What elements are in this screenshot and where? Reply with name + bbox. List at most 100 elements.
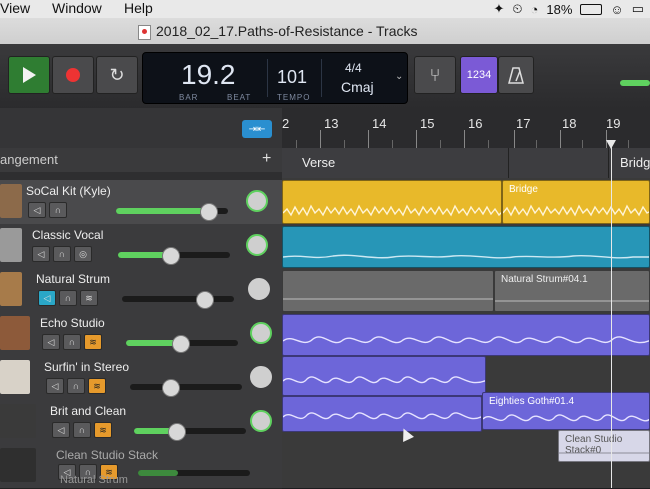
record-enable-button[interactable]: ≋ bbox=[88, 378, 106, 394]
track-name[interactable]: Clean Studio Stack bbox=[56, 448, 158, 462]
master-volume-meter[interactable] bbox=[620, 80, 650, 86]
beat-tick bbox=[392, 140, 393, 148]
menu-view[interactable]: View bbox=[0, 0, 30, 16]
volume-slider[interactable] bbox=[138, 470, 250, 476]
volume-slider[interactable] bbox=[126, 335, 238, 353]
mute-button[interactable]: ◁ bbox=[28, 202, 46, 218]
catch-playhead-button[interactable]: ⇥⇤ bbox=[242, 120, 272, 138]
pan-knob[interactable] bbox=[248, 278, 270, 300]
count-in-button[interactable]: 1234 bbox=[460, 56, 498, 94]
volume-knob[interactable] bbox=[162, 247, 180, 265]
playhead[interactable] bbox=[606, 140, 616, 488]
brit-clean-region[interactable] bbox=[282, 396, 482, 432]
mute-button[interactable]: ◁ bbox=[38, 290, 56, 306]
volume-knob[interactable] bbox=[172, 335, 190, 353]
mute-button[interactable]: ◁ bbox=[42, 334, 60, 350]
pan-knob[interactable] bbox=[250, 322, 272, 344]
track-name[interactable]: Classic Vocal bbox=[32, 228, 103, 242]
track-name[interactable]: Surfin' in Stereo bbox=[44, 360, 129, 374]
track-row[interactable]: Echo Studio ◁ ∩ ≋ bbox=[0, 312, 282, 357]
track-row[interactable]: Clean Studio Stack ◁ ∩ ≋ Natural Strum bbox=[0, 444, 282, 489]
volume-slider[interactable] bbox=[122, 291, 234, 309]
mute-button[interactable]: ◁ bbox=[46, 378, 64, 394]
surfin-region[interactable] bbox=[282, 356, 486, 396]
drum-region[interactable] bbox=[282, 180, 502, 224]
volume-knob[interactable] bbox=[196, 291, 214, 309]
time-signature: 4/4 bbox=[345, 61, 362, 75]
track-row[interactable]: Brit and Clean ◁ ∩ ≋ bbox=[0, 400, 282, 445]
track-name[interactable]: Natural Strum bbox=[60, 474, 128, 486]
record-button[interactable] bbox=[52, 56, 94, 94]
cycle-button[interactable]: ↻ bbox=[96, 56, 138, 94]
section-divider bbox=[508, 148, 509, 178]
window-title: 2018_02_17.Paths-of-Resistance - Tracks bbox=[156, 23, 418, 39]
pan-knob[interactable] bbox=[246, 190, 268, 212]
drum-region-bridge[interactable]: Bridge bbox=[502, 180, 650, 224]
drum-waveform bbox=[283, 204, 501, 217]
volume-knob[interactable] bbox=[162, 379, 180, 397]
track-row[interactable]: Classic Vocal ◁ ∩ ◎ bbox=[0, 224, 282, 269]
mute-button[interactable]: ◁ bbox=[52, 422, 70, 438]
guitar-region-strum[interactable]: Natural Strum#04.1 bbox=[494, 270, 650, 312]
chevron-down-icon[interactable]: ⌄ bbox=[395, 71, 403, 82]
volume-slider[interactable] bbox=[118, 247, 230, 265]
wifi-icon[interactable]: ◔ bbox=[531, 2, 539, 17]
volume-slider[interactable] bbox=[134, 423, 246, 441]
record-enable-button[interactable]: ◎ bbox=[74, 246, 92, 262]
arrangement-track-header: angement + bbox=[0, 148, 282, 172]
arrangement-title: angement bbox=[0, 152, 58, 167]
solo-button[interactable]: ∩ bbox=[67, 378, 85, 394]
metronome-button[interactable] bbox=[498, 56, 534, 94]
play-button[interactable] bbox=[8, 56, 50, 94]
echo-studio-region[interactable] bbox=[282, 314, 650, 356]
section-bridge[interactable]: Bridg bbox=[620, 155, 650, 170]
timeline-ruler[interactable]: 2 13 14 15 16 17 18 19 bbox=[282, 108, 650, 149]
dropbox-icon[interactable]: ✦ bbox=[493, 1, 504, 17]
solo-button[interactable]: ∩ bbox=[59, 290, 77, 306]
bar-number: 17 bbox=[516, 116, 531, 131]
lcd-display[interactable]: 19.2 BAR BEAT 101 TEMPO 4/4 Cmaj ⌄ bbox=[142, 52, 408, 104]
section-verse[interactable]: Verse bbox=[302, 155, 335, 170]
clean-studio-region[interactable]: Clean Studio Stack#0 bbox=[558, 430, 650, 462]
track-name[interactable]: SoCal Kit (Kyle) bbox=[26, 184, 111, 198]
menu-window[interactable]: Window bbox=[52, 0, 102, 16]
track-row[interactable]: Surfin' in Stereo ◁ ∩ ≋ bbox=[0, 356, 282, 401]
track-name[interactable]: Echo Studio bbox=[40, 316, 105, 330]
arrangement-lane[interactable]: Verse Bridg bbox=[282, 148, 650, 178]
amp-icon bbox=[0, 360, 30, 394]
track-row[interactable]: SoCal Kit (Kyle) ◁ ∩ bbox=[0, 180, 282, 225]
track-row[interactable]: Natural Strum ◁ ∩ ≋ bbox=[0, 268, 282, 313]
volume-knob[interactable] bbox=[200, 203, 218, 221]
mute-button[interactable]: ◁ bbox=[32, 246, 50, 262]
battery-percent[interactable]: 18% bbox=[546, 2, 572, 17]
record-enable-button[interactable]: ≋ bbox=[94, 422, 112, 438]
solo-button[interactable]: ∩ bbox=[63, 334, 81, 350]
volume-slider[interactable] bbox=[130, 379, 242, 397]
pan-knob[interactable] bbox=[250, 366, 272, 388]
vocal-region[interactable] bbox=[282, 226, 650, 268]
volume-slider[interactable] bbox=[116, 203, 228, 221]
solo-button[interactable]: ∩ bbox=[49, 202, 67, 218]
time-machine-icon[interactable]: ⏲ bbox=[512, 1, 522, 17]
tuner-button[interactable]: ⑂ bbox=[414, 56, 456, 94]
eighties-goth-region[interactable]: Eighties Goth#01.4 bbox=[482, 392, 650, 430]
track-name[interactable]: Brit and Clean bbox=[50, 404, 126, 418]
pan-knob[interactable] bbox=[246, 234, 268, 256]
user-icon[interactable]: ☺ bbox=[610, 2, 623, 17]
key-signature: Cmaj bbox=[341, 79, 374, 95]
solo-button[interactable]: ∩ bbox=[73, 422, 91, 438]
track-name[interactable]: Natural Strum bbox=[36, 272, 110, 286]
airplay-icon[interactable]: ▭ bbox=[632, 1, 644, 17]
bar-number: 18 bbox=[562, 116, 577, 131]
battery-icon[interactable] bbox=[580, 3, 603, 15]
volume-knob[interactable] bbox=[168, 423, 186, 441]
clean-waveform bbox=[559, 452, 649, 454]
add-section-button[interactable]: + bbox=[262, 150, 271, 168]
record-enable-button[interactable]: ≋ bbox=[84, 334, 102, 350]
guitar-region[interactable] bbox=[282, 270, 494, 312]
solo-button[interactable]: ∩ bbox=[53, 246, 71, 262]
lcd-divider bbox=[321, 59, 322, 97]
pan-knob[interactable] bbox=[250, 410, 272, 432]
menu-help[interactable]: Help bbox=[124, 0, 153, 16]
record-enable-button[interactable]: ≋ bbox=[80, 290, 98, 306]
